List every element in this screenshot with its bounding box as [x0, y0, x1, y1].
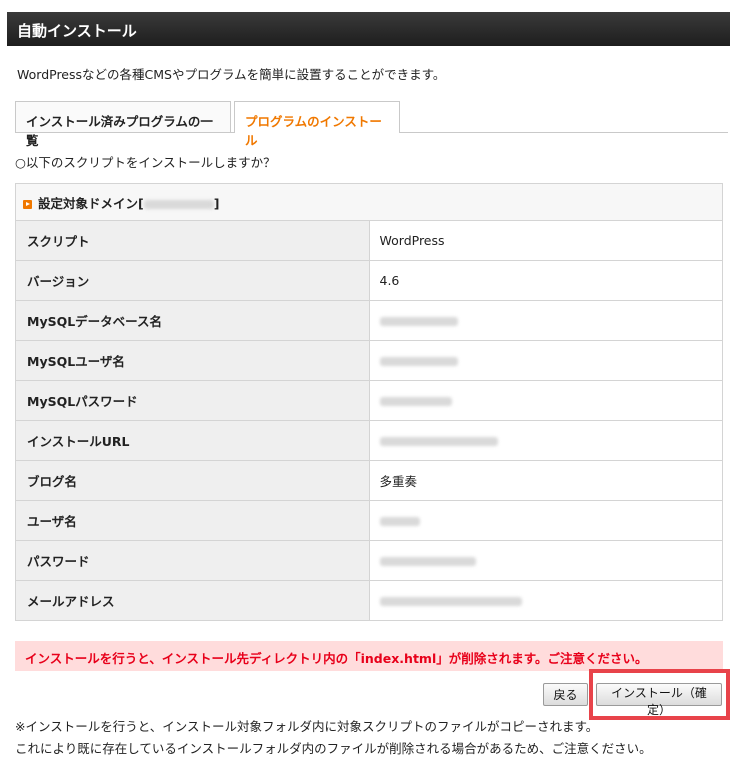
domain-prefix: 設定対象ドメイン[ — [38, 195, 144, 211]
page-header: 自動インストール — [7, 12, 730, 46]
note-line-2: これにより既に存在しているインストールフォルダ内のファイルが削除される場合がある… — [15, 741, 652, 756]
redacted-value — [379, 597, 522, 606]
row-value — [368, 540, 723, 581]
tab-installed-programs[interactable]: インストール済みプログラムの一覧 — [15, 101, 231, 148]
tab-bar: インストール済みプログラムの一覧 プログラムのインストール — [15, 101, 728, 148]
redacted-value — [379, 557, 476, 566]
redacted-value — [379, 397, 452, 406]
row-value — [368, 340, 723, 381]
install-settings-table: 設定対象ドメイン[] スクリプト WordPress バージョン 4.6 MyS… — [15, 183, 723, 621]
row-value: 多重奏 — [368, 460, 723, 501]
row-value: WordPress — [368, 220, 723, 261]
back-button[interactable]: 戻る — [543, 683, 588, 706]
row-label: パスワード — [15, 540, 370, 581]
tab-installed-programs-label: インストール済みプログラムの一覧 — [26, 114, 213, 148]
table-row: ブログ名 多重奏 — [15, 460, 723, 501]
row-label: MySQLパスワード — [15, 380, 370, 421]
redacted-value — [379, 357, 458, 366]
row-label: インストールURL — [15, 420, 370, 461]
row-value — [368, 500, 723, 541]
row-label: MySQLデータベース名 — [15, 300, 370, 341]
note-line-1: ※インストールを行うと、インストール対象フォルダ内に対象スクリプトのファイルがコ… — [15, 719, 599, 734]
table-row: メールアドレス — [15, 580, 723, 621]
domain-suffix: ] — [213, 195, 220, 211]
table-row: ユーザ名 — [15, 500, 723, 541]
confirm-question: ○以下のスクリプトをインストールしますか？ — [15, 155, 276, 170]
highlight-box — [589, 669, 730, 720]
redacted-value — [379, 517, 420, 526]
table-row: インストールURL — [15, 420, 723, 461]
domain-row: 設定対象ドメイン[] — [15, 183, 723, 221]
tab-install-program[interactable]: プログラムのインストール — [234, 101, 400, 148]
intro-text: WordPressなどの各種CMSやプログラムを簡単に設置することができます。 — [17, 67, 446, 82]
table-row: MySQLユーザ名 — [15, 340, 723, 381]
arrow-right-icon — [23, 199, 32, 209]
row-value: 4.6 — [368, 260, 723, 301]
row-label: ユーザ名 — [15, 500, 370, 541]
row-value — [368, 420, 723, 461]
table-row: MySQLパスワード — [15, 380, 723, 421]
redacted-value — [379, 317, 458, 326]
tab-install-program-label: プログラムのインストール — [245, 114, 382, 148]
row-label: スクリプト — [15, 220, 370, 261]
row-value — [368, 580, 723, 621]
table-row: バージョン 4.6 — [15, 260, 723, 301]
row-label: ブログ名 — [15, 460, 370, 501]
warning-banner: インストールを行うと、インストール先ディレクトリ内の「index.html」が削… — [15, 641, 723, 671]
row-label: MySQLユーザ名 — [15, 340, 370, 381]
row-label: メールアドレス — [15, 580, 370, 621]
page-title: 自動インストール — [17, 22, 137, 40]
table-row: スクリプト WordPress — [15, 220, 723, 261]
table-row: パスワード — [15, 540, 723, 581]
redacted-domain — [143, 199, 214, 209]
row-value — [368, 380, 723, 421]
row-label: バージョン — [15, 260, 370, 301]
row-value — [368, 300, 723, 341]
table-row: MySQLデータベース名 — [15, 300, 723, 341]
domain-cell: 設定対象ドメイン[] — [15, 183, 723, 221]
redacted-value — [379, 437, 498, 446]
